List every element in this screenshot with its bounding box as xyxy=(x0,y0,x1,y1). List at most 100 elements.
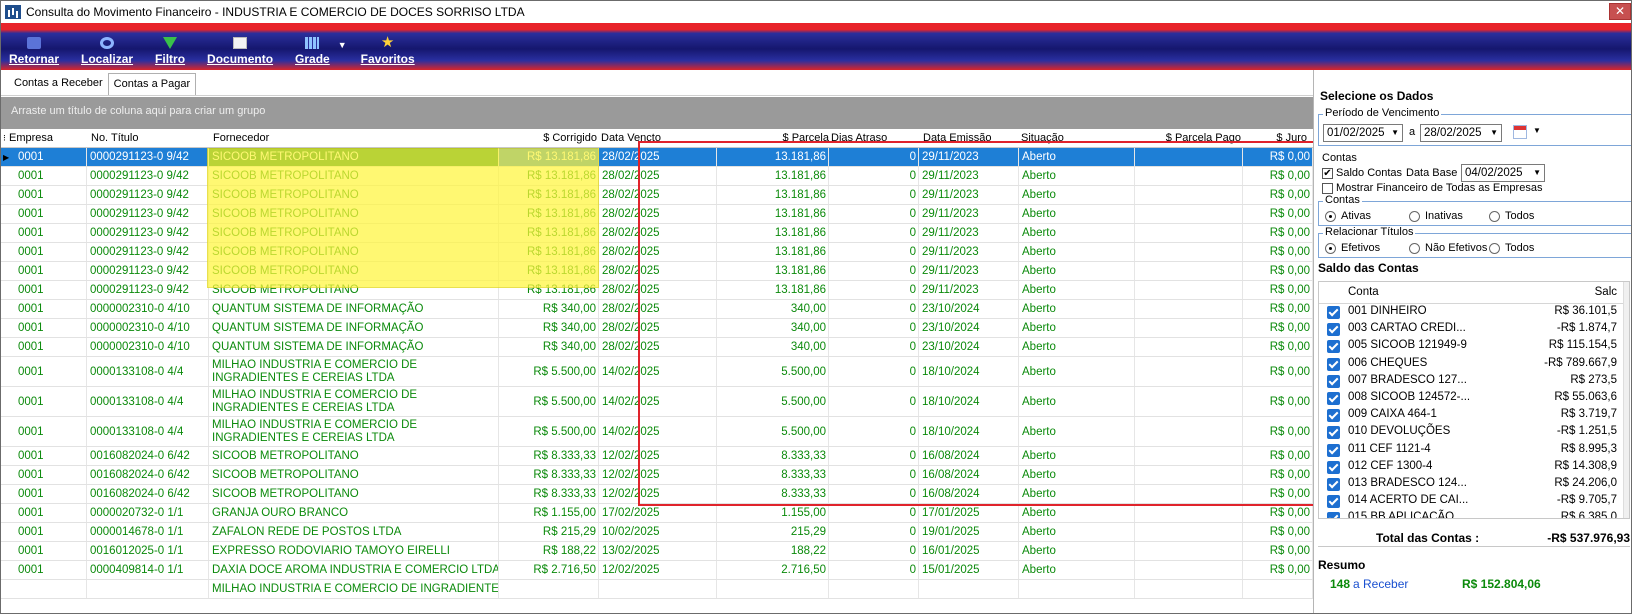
checkbox-checked-icon[interactable] xyxy=(1327,512,1340,518)
cell-juro: R$ 0,00 xyxy=(1243,186,1313,204)
cell-pago xyxy=(1135,205,1243,223)
radio-ativas[interactable] xyxy=(1325,211,1336,222)
calendar-dropdown-icon[interactable]: ▼ xyxy=(1533,126,1541,135)
tab-strip: Contas a Receber Contas a Pagar xyxy=(1,70,1313,96)
checkbox-checked-icon[interactable] xyxy=(1327,340,1340,354)
cell-emissao: 16/01/2025 xyxy=(919,542,1019,560)
grade-dropdown-icon[interactable]: ▼ xyxy=(338,40,347,50)
table-row[interactable]: 0001 0000002310-0 4/10 QUANTUM SISTEMA DE … xyxy=(1,338,1313,357)
cell-parcela: 340,00 xyxy=(717,319,829,337)
radio-inativas[interactable] xyxy=(1409,211,1420,222)
saldo-contas-checkbox[interactable]: ✔ xyxy=(1322,168,1333,179)
checkbox-checked-icon[interactable] xyxy=(1327,357,1340,371)
radio-todos-titulos[interactable] xyxy=(1489,243,1500,254)
localizar-button[interactable]: Localizar xyxy=(81,37,133,70)
list-item[interactable]: 015 BB APLICAÇÃO R$ 6.385,0 xyxy=(1319,510,1629,518)
table-row[interactable]: 0001 0000002310-0 4/10 QUANTUM SISTEMA DE … xyxy=(1,300,1313,319)
table-row[interactable]: 0001 0000291123-0 9/42 SICOOB METROPOLITAN… xyxy=(1,262,1313,281)
list-item[interactable]: 008 SICOOB 124572-... R$ 55.063,6 xyxy=(1319,390,1629,407)
table-row[interactable]: 0001 0016082024-0 6/42 SICOOB METROPOLITAN… xyxy=(1,485,1313,504)
selection-panel: Selecione os Dados Período de Vencimento… xyxy=(1313,70,1631,613)
table-row[interactable]: 0001 0016082024-0 6/42 SICOOB METROPOLITAN… xyxy=(1,466,1313,485)
list-item[interactable]: 011 CEF 1121-4 R$ 8.995,3 xyxy=(1319,442,1629,459)
table-row[interactable]: 0001 0016082024-0 6/42 SICOOB METROPOLITAN… xyxy=(1,447,1313,466)
list-item[interactable]: 001 DINHEIRO R$ 36.101,5 xyxy=(1319,304,1629,321)
col-situacao-header[interactable]: Situação xyxy=(1021,129,1064,148)
checkbox-checked-icon[interactable] xyxy=(1327,306,1340,319)
radio-todos[interactable] xyxy=(1489,211,1500,222)
table-row[interactable]: 0001 0000020732-0 1/1 GRANJA OURO BRANCO R$… xyxy=(1,504,1313,523)
table-row[interactable]: 0001 0000291123-0 9/42 SICOOB METROPOLITAN… xyxy=(1,186,1313,205)
checkbox-checked-icon[interactable] xyxy=(1327,495,1340,509)
table-row[interactable]: 0001 0000291123-0 9/42 SICOOB METROPOLITAN… xyxy=(1,205,1313,224)
table-row[interactable]: 0001 0000014678-0 1/1 ZAFALON REDE DE POST… xyxy=(1,523,1313,542)
table-row[interactable]: 0001 0000291123-0 9/42 SICOOB METROPOLITAN… xyxy=(1,243,1313,262)
col-juro-header[interactable]: $ Juro xyxy=(1276,129,1307,148)
documento-button[interactable]: Documento xyxy=(207,37,273,70)
group-by-panel[interactable]: Arraste um título de coluna aqui para cr… xyxy=(1,97,1313,129)
filtro-button[interactable]: Filtro xyxy=(155,37,185,70)
list-item[interactable]: 006 CHEQUES -R$ 789.667,9 xyxy=(1319,356,1629,373)
table-row[interactable]: 0001 0000291123-0 9/42 SICOOB METROPOLITAN… xyxy=(1,281,1313,300)
list-item[interactable]: 009 CAIXA 464-1 R$ 3.719,7 xyxy=(1319,407,1629,424)
date-from-picker[interactable]: 01/02/2025 ▼ xyxy=(1323,124,1403,142)
col-vencto-header[interactable]: Data Vencto xyxy=(601,129,661,148)
cell-juro: R$ 0,00 xyxy=(1243,224,1313,242)
cell-vencto: 28/02/2025 xyxy=(599,243,717,261)
table-row[interactable]: 0001 0000133108-0 4/4 MILHAO INDUSTRIA E C… xyxy=(1,417,1313,447)
favoritos-button[interactable]: ★ Favoritos xyxy=(361,35,415,70)
checkbox-checked-icon[interactable] xyxy=(1327,443,1340,457)
col-titulo-header[interactable]: No. Título xyxy=(91,129,139,148)
table-row[interactable]: 0001 0000002310-0 4/10 QUANTUM SISTEMA DE … xyxy=(1,319,1313,338)
cell-vencto: 28/02/2025 xyxy=(599,319,717,337)
table-row[interactable]: 0001 0000291123-0 9/42 SICOOB METROPOLITAN… xyxy=(1,224,1313,243)
grade-button[interactable]: Grade xyxy=(295,37,330,70)
checkbox-checked-icon[interactable] xyxy=(1327,409,1340,423)
checkbox-checked-icon[interactable] xyxy=(1327,477,1340,491)
table-row[interactable]: 0001 0000133108-0 4/4 MILHAO INDUSTRIA E C… xyxy=(1,387,1313,417)
cell-pago xyxy=(1135,485,1243,503)
list-item[interactable]: 003 CARTAO CREDI... -R$ 1.874,7 xyxy=(1319,321,1629,338)
table-row[interactable]: 0001 0016012025-0 1/1 EXPRESSO RODOVIARIO … xyxy=(1,542,1313,561)
tab-contas-a-receber[interactable]: Contas a Receber xyxy=(9,73,108,95)
cell-empresa: 0001 xyxy=(15,167,87,185)
list-item[interactable]: 007 BRADESCO 127... R$ 273,5 xyxy=(1319,373,1629,390)
table-row[interactable]: 0001 0000291123-0 9/42 SICOOB METROPOLITAN… xyxy=(1,167,1313,186)
date-to-picker[interactable]: 28/02/2025 ▼ xyxy=(1420,124,1502,142)
radio-efetivos[interactable] xyxy=(1325,243,1336,254)
checkbox-checked-icon[interactable] xyxy=(1327,460,1340,474)
col-fornecedor-header[interactable]: Fornecedor xyxy=(213,129,269,148)
retornar-button[interactable]: Retornar xyxy=(9,37,59,70)
checkbox-checked-icon[interactable] xyxy=(1327,323,1340,337)
list-item[interactable]: 014 ACERTO DE CAI... -R$ 9.705,7 xyxy=(1319,493,1629,510)
checkbox-checked-icon[interactable] xyxy=(1327,374,1340,388)
col-emissao-header[interactable]: Data Emissão xyxy=(923,129,991,148)
col-empresa-header[interactable]: Empresa xyxy=(9,129,53,148)
tab-contas-a-pagar[interactable]: Contas a Pagar xyxy=(107,73,197,95)
table-row[interactable]: MILHAO INDUSTRIA E COMERCIO DE INGRADIEN… xyxy=(1,580,1313,599)
cell-pago xyxy=(1135,300,1243,318)
list-item[interactable]: 013 BRADESCO 124... R$ 24.206,0 xyxy=(1319,476,1629,493)
data-base-picker[interactable]: 04/02/2025 ▼ xyxy=(1461,164,1545,182)
cell-vencto: 14/02/2025 xyxy=(599,387,717,416)
checkbox-checked-icon[interactable] xyxy=(1327,426,1340,440)
cell-situacao: Aberto xyxy=(1019,205,1135,223)
list-item[interactable]: 012 CEF 1300-4 R$ 14.308,9 xyxy=(1319,459,1629,476)
col-corrigido-header[interactable]: $ Corrigido xyxy=(543,129,597,148)
mostrar-financeiro-checkbox[interactable] xyxy=(1322,183,1333,194)
list-item[interactable]: 010 DEVOLUÇÕES -R$ 1.251,5 xyxy=(1319,424,1629,441)
calendar-icon[interactable] xyxy=(1513,125,1527,139)
table-row[interactable]: ▶ 0001 0000291123-0 9/42 SICOOB METROPOLITA… xyxy=(1,148,1313,167)
table-row[interactable]: 0001 0000133108-0 4/4 MILHAO INDUSTRIA E C… xyxy=(1,357,1313,387)
resumo-link[interactable]: a Receber xyxy=(1353,577,1408,591)
column-chooser-icon[interactable]: ⁝ xyxy=(3,129,6,148)
saldo-list-scrollbar[interactable] xyxy=(1623,282,1629,518)
col-dias-header[interactable]: Dias Atraso xyxy=(831,129,887,148)
list-item[interactable]: 005 SICOOB 121949-9 R$ 115.154,5 xyxy=(1319,338,1629,355)
table-row[interactable]: 0001 0000409814-0 1/1 DAXIA DOCE AROMA IND… xyxy=(1,561,1313,580)
col-parcela-header[interactable]: $ Parcela xyxy=(783,129,829,148)
radio-nao-efetivos[interactable] xyxy=(1409,243,1420,254)
checkbox-checked-icon[interactable] xyxy=(1327,391,1340,405)
close-button[interactable]: ✕ xyxy=(1609,3,1631,20)
col-pago-header[interactable]: $ Parcela Pago xyxy=(1166,129,1241,148)
